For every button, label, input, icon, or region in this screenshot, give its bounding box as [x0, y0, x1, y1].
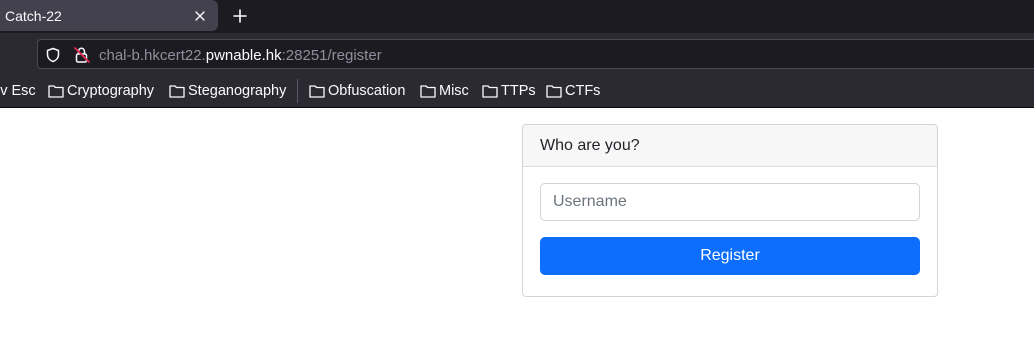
card-header: Who are you? — [523, 125, 937, 167]
url-suffix: :28251/register — [281, 47, 382, 64]
url-text[interactable]: chal-b.hkcert22.pwnable.hk:28251/registe… — [99, 47, 382, 65]
bookmarks-separator — [297, 79, 298, 103]
bookmark-label: Misc — [439, 83, 469, 99]
bookmarks-bar: iv Esc Cryptography Steganography Obfusc… — [0, 73, 1034, 108]
bookmark-label: CTFs — [565, 83, 601, 99]
register-card: Who are you? Register — [522, 124, 938, 297]
folder-icon — [482, 85, 498, 98]
url-prefix: chal-b.hkcert22. — [99, 47, 206, 64]
folder-icon — [169, 85, 185, 98]
tab-catch-22[interactable]: Catch-22 — [0, 0, 218, 31]
bookmark-ctfs[interactable]: CTFs — [546, 82, 600, 100]
plus-icon[interactable] — [231, 7, 249, 25]
bookmark-label: Steganography — [188, 83, 287, 99]
folder-icon — [420, 85, 436, 98]
bookmark-label: Obfuscation — [328, 83, 406, 99]
folder-icon — [546, 85, 562, 98]
username-input[interactable] — [540, 183, 920, 221]
insecure-lock-icon[interactable] — [73, 46, 91, 64]
bookmark-label: Cryptography — [67, 83, 155, 99]
folder-icon — [309, 85, 325, 98]
bookmark-cryptography[interactable]: Cryptography — [48, 82, 154, 100]
tab-strip: Catch-22 — [0, 0, 1034, 33]
bookmark-label: TTPs — [501, 83, 536, 99]
close-icon[interactable] — [192, 8, 208, 24]
register-button[interactable]: Register — [540, 237, 920, 275]
bookmark-priv-esc[interactable]: iv Esc — [0, 82, 36, 100]
card-title: Who are you? — [540, 136, 640, 154]
url-domain: pwnable.hk — [205, 47, 282, 64]
bookmark-obfuscation[interactable]: Obfuscation — [309, 82, 405, 100]
folder-icon — [48, 85, 64, 98]
bookmark-label: iv Esc — [0, 83, 36, 99]
bookmark-misc[interactable]: Misc — [420, 82, 469, 100]
tab-title: Catch-22 — [5, 7, 62, 24]
bookmark-steganography[interactable]: Steganography — [169, 82, 286, 100]
bookmark-ttps[interactable]: TTPs — [482, 82, 536, 100]
shield-icon[interactable] — [45, 47, 61, 63]
